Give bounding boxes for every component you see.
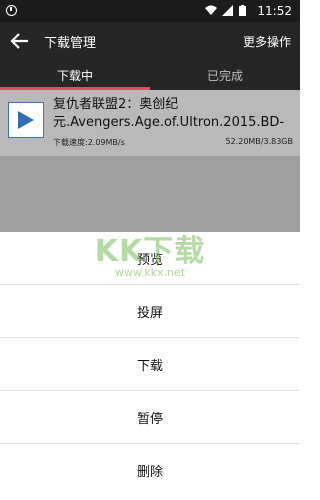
page-title: 下载管理 — [44, 36, 97, 51]
download-speed: 下载速度:2.09MB/s — [53, 138, 125, 147]
action-delete[interactable]: 删除 — [0, 444, 300, 497]
battery-icon — [239, 5, 250, 16]
wifi-icon — [205, 5, 217, 16]
signal-icon — [222, 5, 233, 16]
action-download[interactable]: 下载 — [0, 338, 300, 391]
download-size: 52.20MB/3.83GB — [225, 137, 294, 146]
tab-completed[interactable]: 已完成 — [150, 67, 300, 84]
status-bar: 11:52 — [0, 0, 300, 22]
status-time: 11:52 — [257, 4, 292, 18]
more-actions-button[interactable]: 更多操作 — [243, 33, 291, 50]
back-arrow-icon[interactable] — [9, 30, 31, 52]
status-icons — [205, 5, 250, 16]
action-cast[interactable]: 投屏 — [0, 285, 300, 338]
action-pause[interactable]: 暂停 — [0, 391, 300, 444]
tab-bar: 下载中 已完成 — [0, 60, 300, 90]
tab-downloading[interactable]: 下载中 — [0, 67, 150, 84]
play-button[interactable] — [8, 102, 44, 138]
play-icon — [18, 111, 34, 129]
app-bar: 下载管理 更多操作 — [0, 22, 300, 60]
action-sheet: 预览 投屏 下载 暂停 删除 — [0, 232, 300, 500]
alert-icon — [6, 5, 17, 16]
download-item[interactable]: 复仇者联盟2：奥创纪元.Avengers.Age.of.Ultron.2015.… — [0, 90, 300, 156]
dim-overlay[interactable] — [0, 156, 300, 232]
download-title: 复仇者联盟2：奥创纪元.Avengers.Age.of.Ultron.2015.… — [53, 97, 285, 130]
action-preview[interactable]: 预览 — [0, 232, 300, 285]
